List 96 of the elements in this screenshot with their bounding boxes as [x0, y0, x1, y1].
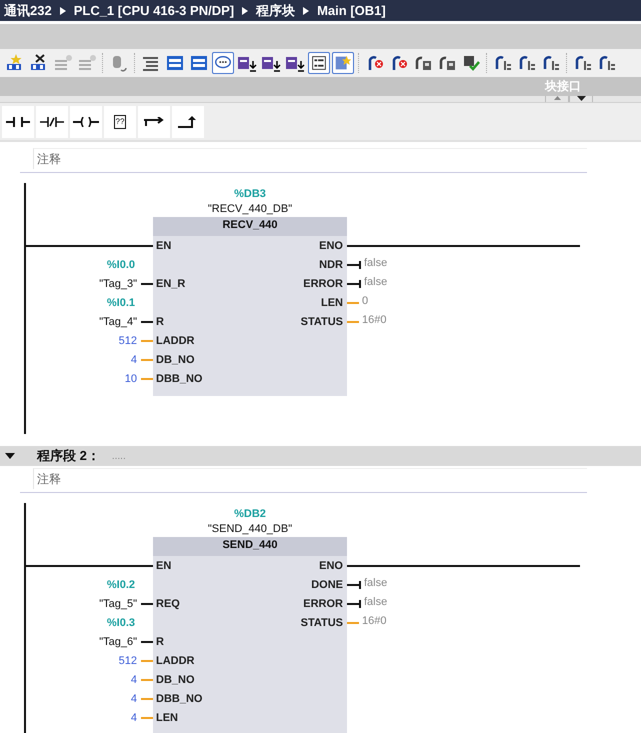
pin-wire: [141, 678, 153, 680]
no-contact-button[interactable]: [2, 106, 34, 138]
input-pin: R: [156, 636, 164, 648]
pin-wire: [141, 282, 153, 284]
breadcrumb-item[interactable]: 程序块: [256, 2, 296, 20]
output-value: 16#0: [362, 614, 386, 626]
block-name: SEND_440: [153, 537, 347, 556]
operand-address: %I0.0: [106, 258, 135, 270]
input-pin: LADDR: [156, 334, 194, 346]
network-title: 程序段 2：: [37, 447, 100, 465]
input-operand[interactable]: 4: [130, 712, 137, 724]
branch-arrow-icon: [144, 116, 164, 126]
comment-field[interactable]: 注释: [33, 148, 587, 169]
input-operand[interactable]: 512: [118, 334, 137, 346]
operand-address: %I0.1: [106, 296, 135, 308]
instance-name: "RECV_440_DB": [208, 202, 292, 214]
input-pin: R: [156, 316, 164, 328]
output-pin: ERROR: [303, 598, 343, 610]
breadcrumb-item[interactable]: Main [OB1]: [317, 3, 386, 18]
output-value: 0: [362, 294, 368, 306]
comment-field[interactable]: 注释: [33, 468, 587, 489]
pin-wire: [347, 622, 359, 624]
input-pin: LEN: [156, 712, 178, 724]
pin-wire: [141, 358, 153, 360]
instance-address: %DB2: [234, 508, 266, 520]
instance-name: "SEND_440_DB": [208, 522, 292, 534]
output-pin: LEN: [321, 296, 343, 308]
pin-wire: [347, 580, 361, 588]
input-operand[interactable]: 4: [130, 354, 137, 366]
pin-wire: [347, 280, 361, 288]
pin-wire: [347, 302, 359, 304]
coil-icon: [73, 116, 99, 126]
pin-wire: [141, 716, 153, 718]
closed-contact-icon: [40, 116, 64, 126]
input-operand[interactable]: 10: [124, 372, 137, 384]
input-pin: REQ: [156, 598, 180, 610]
input-pin: EN_R: [156, 278, 186, 290]
input-operand[interactable]: 512: [118, 654, 137, 666]
input-pin: EN: [156, 240, 172, 252]
breadcrumb-separator-icon: [303, 6, 310, 14]
coil-button[interactable]: [70, 106, 102, 138]
network-header[interactable]: 程序段 2： .....: [0, 446, 641, 466]
nc-contact-button[interactable]: [36, 106, 68, 138]
input-operand[interactable]: "Tag_3": [99, 278, 137, 290]
pin-wire: [347, 600, 361, 608]
input-operand[interactable]: 4: [130, 692, 137, 704]
input-operand[interactable]: "Tag_5": [99, 598, 137, 610]
output-pin: STATUS: [300, 316, 343, 328]
breadcrumb-item[interactable]: 通讯232: [4, 2, 52, 20]
input-operand[interactable]: 4: [130, 674, 137, 686]
instance-address: %DB3: [234, 188, 266, 200]
pin-wire: [141, 660, 153, 662]
pin-wire: [141, 640, 153, 642]
input-pin: LADDR: [156, 654, 194, 666]
block-name: RECV_440: [153, 217, 347, 236]
function-block[interactable]: SEND_440 EN REQ R LADDR DB_NO DBB_NO LEN ENO DONE ERROR STATUS: [153, 537, 347, 733]
input-pin: DBB_NO: [156, 372, 202, 384]
collapse-icon[interactable]: [5, 453, 15, 459]
output-pin: ERROR: [303, 278, 343, 290]
pin-wire: [141, 602, 153, 604]
comment-icon[interactable]: [212, 52, 234, 74]
input-pin: DB_NO: [156, 674, 195, 686]
box-button[interactable]: ??: [104, 106, 136, 138]
output-pin: NDR: [319, 258, 343, 270]
breadcrumb-item[interactable]: PLC_1 [CPU 416-3 PN/DP]: [74, 3, 234, 18]
breadcrumb-separator-icon: [60, 6, 66, 14]
input-pin: DB_NO: [156, 354, 195, 366]
output-pin: DONE: [311, 578, 343, 590]
input-operand[interactable]: "Tag_6": [99, 636, 137, 648]
input-pin: EN: [156, 560, 172, 572]
output-value: false: [364, 596, 388, 608]
output-value: 16#0: [362, 314, 386, 326]
pin-wire: [141, 698, 153, 700]
pin-wire: [141, 320, 153, 322]
pin-wire: [347, 320, 359, 322]
contact-icon: [6, 116, 30, 126]
output-pin: ENO: [319, 560, 343, 572]
branch-close-button[interactable]: [172, 106, 204, 138]
breadcrumb-separator-icon: [242, 6, 248, 14]
branch-open-button[interactable]: [138, 106, 170, 138]
pin-wire: [141, 378, 153, 380]
output-value: false: [364, 576, 388, 588]
input-pin: DBB_NO: [156, 692, 202, 704]
function-block[interactable]: RECV_440 EN EN_R R LADDR DB_NO DBB_NO ENO NDR ERROR LEN STATUS: [153, 217, 347, 396]
output-value: false: [364, 256, 388, 268]
output-value: false: [364, 276, 388, 288]
close-branch-icon: [178, 116, 198, 128]
operand-address: %I0.3: [106, 616, 135, 628]
output-pin: ENO: [319, 240, 343, 252]
operand-address: %I0.2: [106, 578, 135, 590]
output-pin: STATUS: [300, 616, 343, 628]
pin-wire: [141, 340, 153, 342]
scroll-down-icon[interactable]: [569, 96, 593, 102]
pin-wire: [347, 260, 361, 268]
list-icon[interactable]: [308, 52, 330, 74]
input-operand[interactable]: "Tag_4": [99, 316, 137, 328]
